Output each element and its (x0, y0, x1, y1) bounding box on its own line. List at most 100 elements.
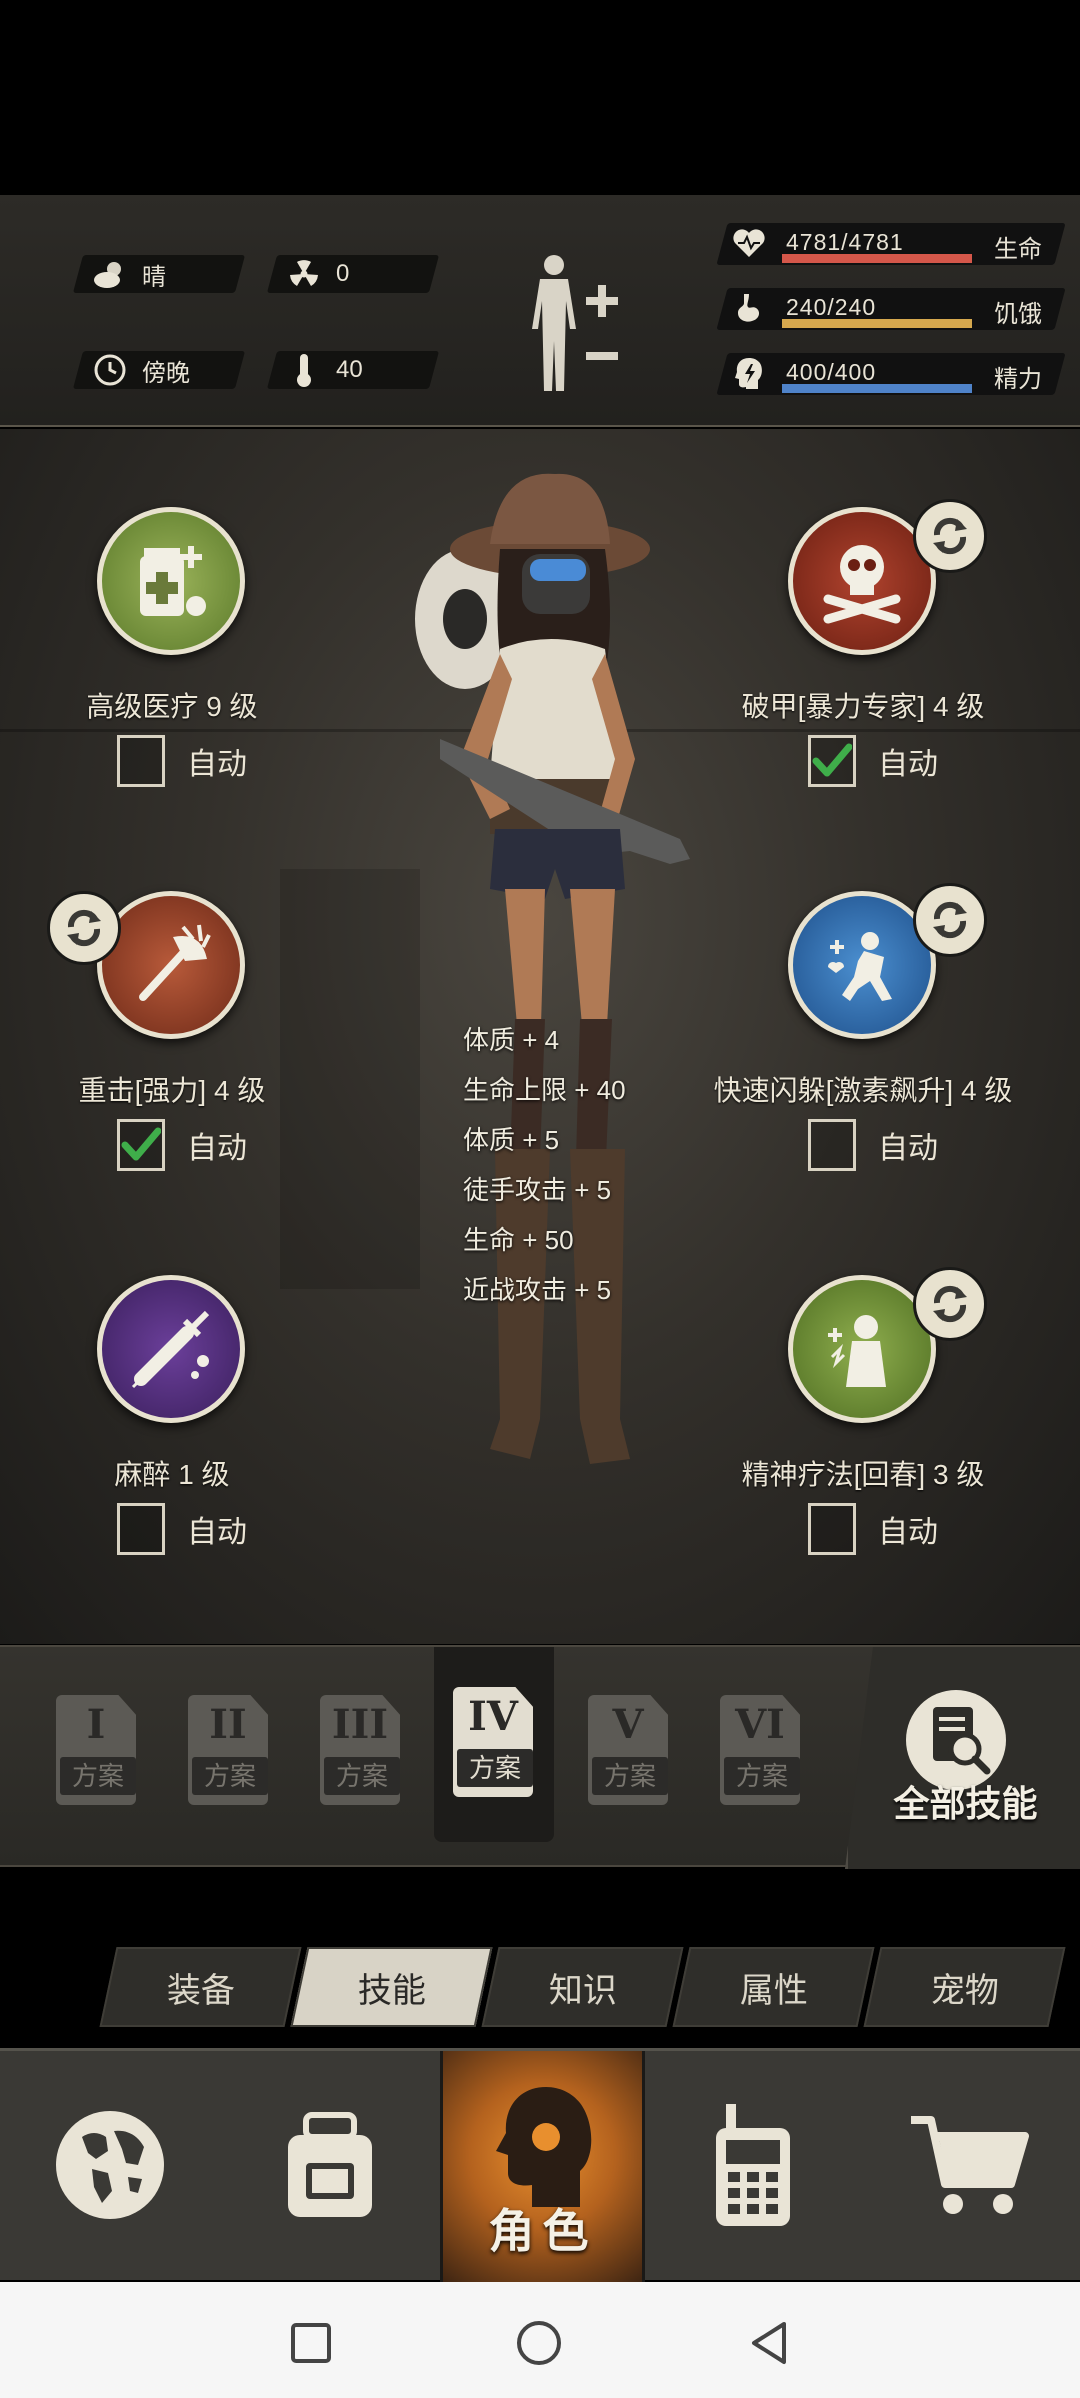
variant-swap-icon[interactable] (913, 499, 987, 573)
clock-icon (92, 352, 128, 388)
auto-checkbox[interactable] (117, 1119, 165, 1171)
bottom-nav: 角色 (0, 2048, 1080, 2283)
auto-label: 自动 (878, 1516, 938, 1549)
energy-label: 精力 (994, 366, 1042, 393)
stat-bonus-line: 体质 + 5 (463, 1125, 560, 1155)
attribute-adjust-button[interactable] (524, 253, 624, 393)
stat-bonus-line: 近战攻击 + 5 (463, 1275, 612, 1305)
tab-pets[interactable]: 宠物 (863, 1947, 1066, 2027)
nav-character-button[interactable]: 角色 (440, 2051, 645, 2283)
nav-radio-button[interactable] (645, 2051, 860, 2283)
cart-icon (905, 2110, 1035, 2225)
variant-swap-icon[interactable] (913, 883, 987, 957)
time-chip: 傍晚 (72, 351, 246, 389)
skill-advanced-medical[interactable]: 高级医疗 9 级 自动 (17, 507, 317, 837)
tab-label: 技能 (357, 1971, 426, 2010)
auto-label: 自动 (878, 1132, 938, 1165)
plan-label: 方案 (457, 1749, 533, 1787)
auto-toggle[interactable]: 自动 (808, 1119, 938, 1171)
energy-fill (782, 384, 972, 393)
plan-numeral: I (86, 1701, 106, 1748)
tab-skills[interactable]: 技能 (290, 1947, 493, 2027)
radiation-chip: 0 (266, 255, 440, 293)
plan-2-button[interactable]: II 方案 (188, 1695, 270, 1807)
auto-toggle[interactable]: 自动 (117, 735, 247, 787)
plan-5-button[interactable]: V 方案 (588, 1695, 670, 1807)
auto-toggle[interactable]: 自动 (117, 1119, 247, 1171)
plan-1-button[interactable]: I 方案 (56, 1695, 138, 1807)
skill-psychotherapy[interactable]: 精神疗法[回春] 3 级 自动 (708, 1267, 1008, 1605)
plan-3-button[interactable]: III 方案 (320, 1695, 402, 1807)
tab-label: 宠物 (930, 1971, 999, 2010)
checkmark-icon (121, 1127, 161, 1161)
checkmark-icon (812, 743, 852, 777)
plan-numeral: II (209, 1701, 247, 1748)
tab-equipment[interactable]: 装备 (99, 1947, 302, 2027)
auto-checkbox[interactable] (808, 1119, 856, 1171)
auto-checkbox[interactable] (808, 1503, 856, 1555)
hunger-bar: 240/240 饥饿 (716, 288, 1066, 330)
medical-kit-icon (97, 507, 245, 655)
minus-icon (584, 349, 620, 367)
plan-label: 方案 (192, 1757, 268, 1795)
auto-label: 自动 (187, 748, 247, 781)
plan-numeral: IV (468, 1693, 518, 1740)
stomach-icon (732, 291, 766, 325)
nav-world-button[interactable] (0, 2051, 220, 2283)
stat-bonus-line: 徒手攻击 + 5 (463, 1175, 612, 1205)
skill-name: 破甲[暴力专家] 4 级 (741, 691, 985, 722)
system-navigation-bar (0, 2282, 1080, 2398)
energy-head-icon (732, 356, 766, 390)
weather-value: 晴 (142, 263, 166, 291)
tab-label: 属性 (739, 1971, 808, 2010)
tab-label: 知识 (548, 1971, 617, 2010)
nav-shop-button[interactable] (860, 2051, 1080, 2283)
temperature-chip: 40 (266, 351, 440, 389)
plus-icon (584, 283, 620, 324)
plan-4-button[interactable]: IV 方案 (453, 1687, 535, 1799)
weather-chip: 晴 (72, 255, 246, 293)
auto-toggle[interactable]: 自动 (117, 1503, 247, 1555)
skill-name: 重击[强力] 4 级 (78, 1075, 266, 1106)
top-black-area (0, 0, 1080, 195)
skill-name: 快速闪躲[激素飙升] 4 级 (713, 1075, 1013, 1106)
radio-icon (708, 2100, 798, 2235)
radiation-icon (286, 256, 322, 292)
tab-attributes[interactable]: 属性 (672, 1947, 875, 2027)
thermometer-icon (286, 352, 322, 388)
skill-heavy-strike[interactable]: 重击[强力] 4 级 自动 (17, 891, 317, 1221)
home-icon[interactable] (516, 2320, 562, 2366)
plan-6-button[interactable]: VI 方案 (720, 1695, 802, 1807)
plan-label: 方案 (60, 1757, 136, 1795)
plan-numeral: III (331, 1701, 389, 1748)
auto-toggle[interactable]: 自动 (808, 735, 938, 787)
tab-bar: 装备 技能 知识 属性 宠物 (99, 1947, 1066, 2027)
auto-checkbox[interactable] (117, 735, 165, 787)
backpack-icon (272, 2107, 388, 2228)
auto-toggle[interactable]: 自动 (808, 1503, 938, 1555)
tab-label: 装备 (166, 1971, 235, 2010)
back-icon[interactable] (746, 2320, 792, 2366)
nav-backpack-button[interactable] (220, 2051, 440, 2283)
auto-label: 自动 (878, 748, 938, 781)
body-silhouette-icon (524, 253, 584, 398)
plan-label: 方案 (324, 1757, 400, 1795)
tab-knowledge[interactable]: 知识 (481, 1947, 684, 2027)
plan-label: 方案 (592, 1757, 668, 1795)
health-bar: 4781/4781 生命 (716, 223, 1066, 265)
auto-checkbox[interactable] (117, 1503, 165, 1555)
variant-swap-icon[interactable] (913, 1267, 987, 1341)
recent-apps-icon[interactable] (288, 2320, 334, 2366)
status-panel: 晴 0 傍晚 40 4781/4781 生命 240/240 饥饿 400/40… (0, 195, 1080, 427)
skill-quick-dodge[interactable]: 快速闪躲[激素飙升] 4 级 自动 (708, 883, 1012, 1221)
skill-anesthesia[interactable]: 麻醉 1 级 自动 (17, 1275, 317, 1605)
plan-numeral: V (612, 1701, 644, 1748)
stat-bonus-line: 生命 + 50 (463, 1225, 574, 1255)
skill-armor-break[interactable]: 破甲[暴力专家] 4 级 自动 (708, 499, 1008, 837)
skill-name: 麻醉 1 级 (114, 1459, 230, 1490)
variant-swap-icon[interactable] (47, 891, 121, 965)
all-skills-button[interactable]: 全部技能 (845, 1647, 1080, 1869)
skill-name: 精神疗法[回春] 3 级 (741, 1459, 985, 1490)
auto-checkbox[interactable] (808, 735, 856, 787)
hunger-value: 240/240 (786, 294, 877, 320)
